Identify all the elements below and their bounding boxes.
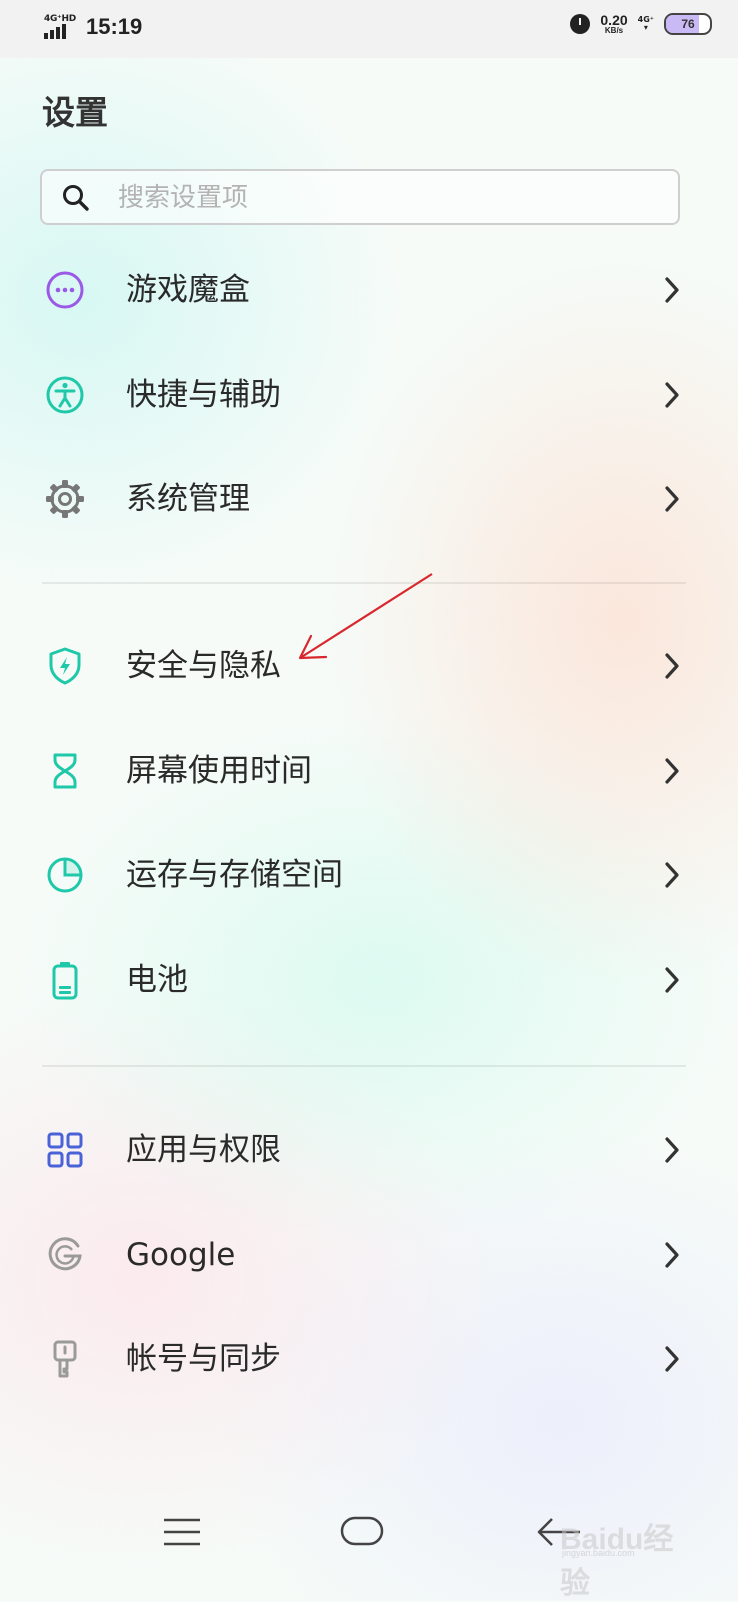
home-icon[interactable] [322,1502,402,1562]
baidu-watermark-logo: Baidu经验 jingyan.baidu.com [552,1500,692,1600]
menu-icon[interactable] [142,1502,222,1562]
annotation-arrow [298,573,433,660]
watermark-text: Baidu经验 [560,1523,674,1600]
watermark-subtext: jingyan.baidu.com [562,1548,635,1558]
